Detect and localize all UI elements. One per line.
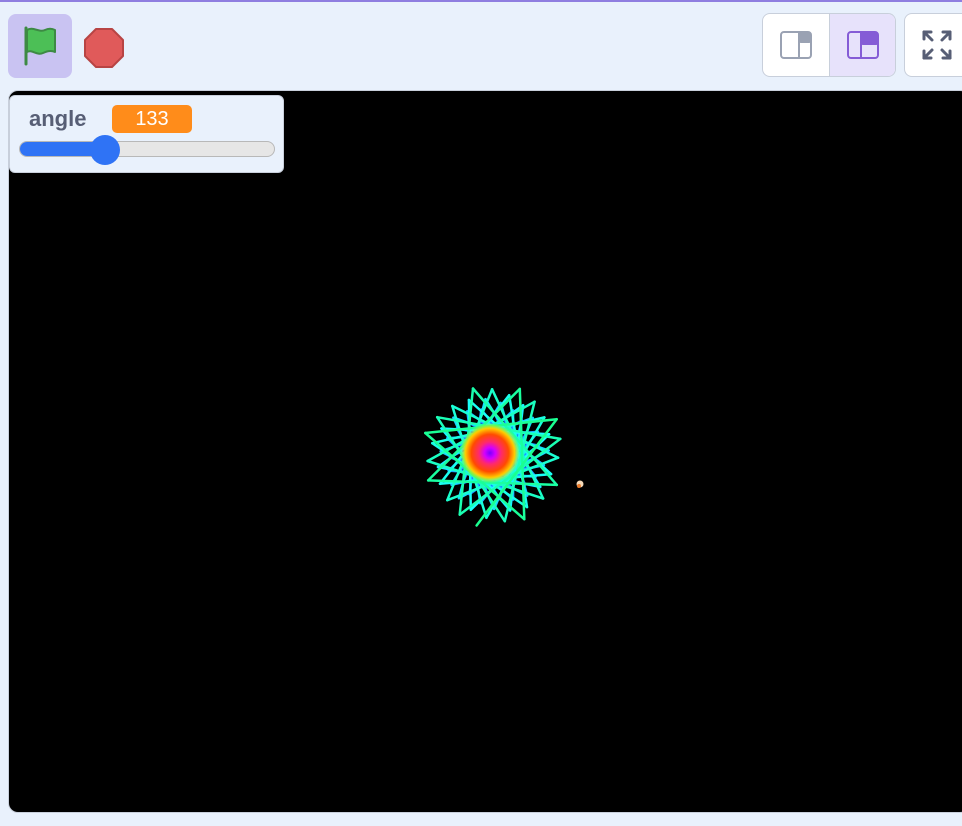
monitor-slider-track[interactable] <box>19 141 275 157</box>
stage-canvas[interactable] <box>8 90 962 813</box>
monitor-label: angle <box>29 106 87 131</box>
stage-toolbar <box>0 2 962 90</box>
green-flag-icon <box>24 26 56 66</box>
pattern-core <box>460 423 520 483</box>
stage-layout-toggle <box>762 13 896 77</box>
fullscreen-button[interactable] <box>904 13 962 77</box>
green-flag-button[interactable] <box>8 14 72 78</box>
pen-sprite <box>576 480 584 488</box>
monitor-value: 133 <box>112 105 192 133</box>
stop-button[interactable] <box>82 26 126 70</box>
pen-drawing <box>424 387 584 527</box>
fullscreen-icon <box>922 30 952 60</box>
stop-sign-icon <box>84 28 124 68</box>
small-stage-button[interactable] <box>763 14 829 76</box>
normal-stage-layout-icon <box>846 31 879 59</box>
small-stage-layout-icon <box>780 31 812 59</box>
monitor-slider-thumb[interactable] <box>90 135 121 165</box>
variable-monitor-angle[interactable]: angle 133 <box>9 95 284 173</box>
normal-stage-button[interactable] <box>829 14 895 76</box>
